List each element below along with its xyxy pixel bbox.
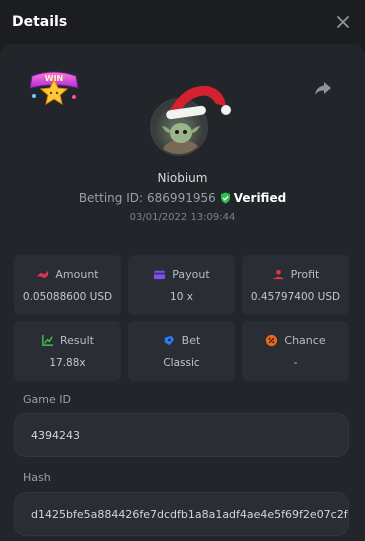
stat-value: 10 x <box>170 290 193 303</box>
stat-payout: Payout 10 x <box>128 255 235 315</box>
stat-profit: Profit 0.45797400 USD <box>242 255 349 315</box>
stat-label: Bet <box>181 333 201 347</box>
stat-label: Chance <box>284 333 326 347</box>
verified-badge: Verified <box>220 191 286 205</box>
stat-value: 0.45797400 USD <box>250 290 341 303</box>
stat-label: Profit <box>290 267 320 281</box>
stat-value: - <box>293 356 298 369</box>
stats-grid: Amount 0.05088600 USD Payout 10 x Profit <box>14 255 349 381</box>
santa-hat-icon <box>166 85 231 120</box>
header-title: Details <box>12 14 68 30</box>
stat-bet: Bet Classic <box>128 321 235 381</box>
stat-value: 17.88x <box>49 356 86 369</box>
verified-label: Verified <box>233 191 287 205</box>
betting-id-row: Betting ID: 686991956 Verified <box>0 191 365 205</box>
stat-label: Payout <box>172 267 210 281</box>
close-button[interactable] <box>333 12 353 32</box>
close-icon <box>337 16 349 28</box>
game-id-field[interactable]: 4394243 <box>14 413 349 457</box>
share-icon <box>315 82 331 95</box>
hash-field[interactable]: d1425bfe5a884426fe7dcdfb1a8a1adf4ae4e5f6… <box>14 492 349 536</box>
stat-value: Classic <box>163 356 200 369</box>
stat-chance: Chance - <box>242 321 349 381</box>
stat-value: 0.05088600 USD <box>22 290 113 303</box>
amount-icon <box>37 270 49 278</box>
user-avatar <box>150 85 231 158</box>
bet-icon <box>164 335 174 345</box>
win-badge-icon: WIN <box>29 71 79 106</box>
stat-result: Result 17.88x <box>14 321 121 381</box>
result-icon <box>42 334 54 346</box>
username: Niobium <box>157 171 208 185</box>
svg-text:WIN: WIN <box>45 74 64 83</box>
betting-id-value: 686991956 <box>147 191 216 205</box>
chance-icon <box>266 334 278 346</box>
stat-amount: Amount 0.05088600 USD <box>14 255 121 315</box>
details-panel: WIN Niobium Betting ID: 686991956 Verifi… <box>0 44 365 541</box>
payout-icon <box>154 270 166 279</box>
stat-label: Result <box>60 333 94 347</box>
win-badge: WIN <box>26 66 82 106</box>
verified-shield-icon <box>220 192 230 204</box>
share-button[interactable] <box>313 78 333 98</box>
game-id-label: Game ID <box>23 393 71 406</box>
hash-label: Hash <box>23 471 51 484</box>
details-header: Details <box>0 0 365 44</box>
profit-icon <box>272 269 284 279</box>
bet-timestamp: 03/01/2022 13:09:44 <box>129 212 236 223</box>
stat-label: Amount <box>55 267 99 281</box>
betting-id-label: Betting ID: <box>78 191 144 205</box>
